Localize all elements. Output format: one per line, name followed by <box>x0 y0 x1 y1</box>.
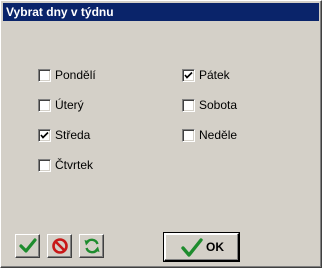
title-bar[interactable]: Vybrat dny v týdnu <box>3 3 319 21</box>
green-check-icon <box>19 238 37 253</box>
checkbox-label: Neděle <box>199 128 238 142</box>
green-check-icon <box>181 238 203 257</box>
clear-all-button[interactable] <box>47 234 72 258</box>
ok-button-label: OK <box>206 240 224 254</box>
checkbox-box[interactable] <box>182 99 195 112</box>
refresh-button[interactable] <box>79 234 104 258</box>
checkbox-box[interactable] <box>182 129 195 142</box>
checkbox-label: Úterý <box>55 98 84 112</box>
window-title: Vybrat dny v týdnu <box>6 5 114 19</box>
green-refresh-icon <box>84 238 100 254</box>
dialog-window: Vybrat dny v týdnu Pondělí Úterý Středa … <box>0 0 322 268</box>
checkmark-icon <box>184 71 193 79</box>
checkbox-box[interactable] <box>38 159 51 172</box>
ok-button[interactable]: OK <box>164 233 239 261</box>
checkbox-label: Pondělí <box>55 68 96 82</box>
checkbox-box[interactable] <box>38 129 51 142</box>
select-all-button[interactable] <box>15 234 40 258</box>
checkmark-icon <box>40 131 49 139</box>
checkbox-box[interactable] <box>38 99 51 112</box>
checkbox-label: Sobota <box>199 98 238 112</box>
red-no-icon <box>52 238 68 254</box>
checkbox-box[interactable] <box>38 69 51 82</box>
checkbox-label: Čtvrtek <box>55 158 94 172</box>
checkbox-label: Pátek <box>199 68 230 82</box>
checkbox-label: Středa <box>55 128 91 142</box>
checkbox-box[interactable] <box>182 69 195 82</box>
